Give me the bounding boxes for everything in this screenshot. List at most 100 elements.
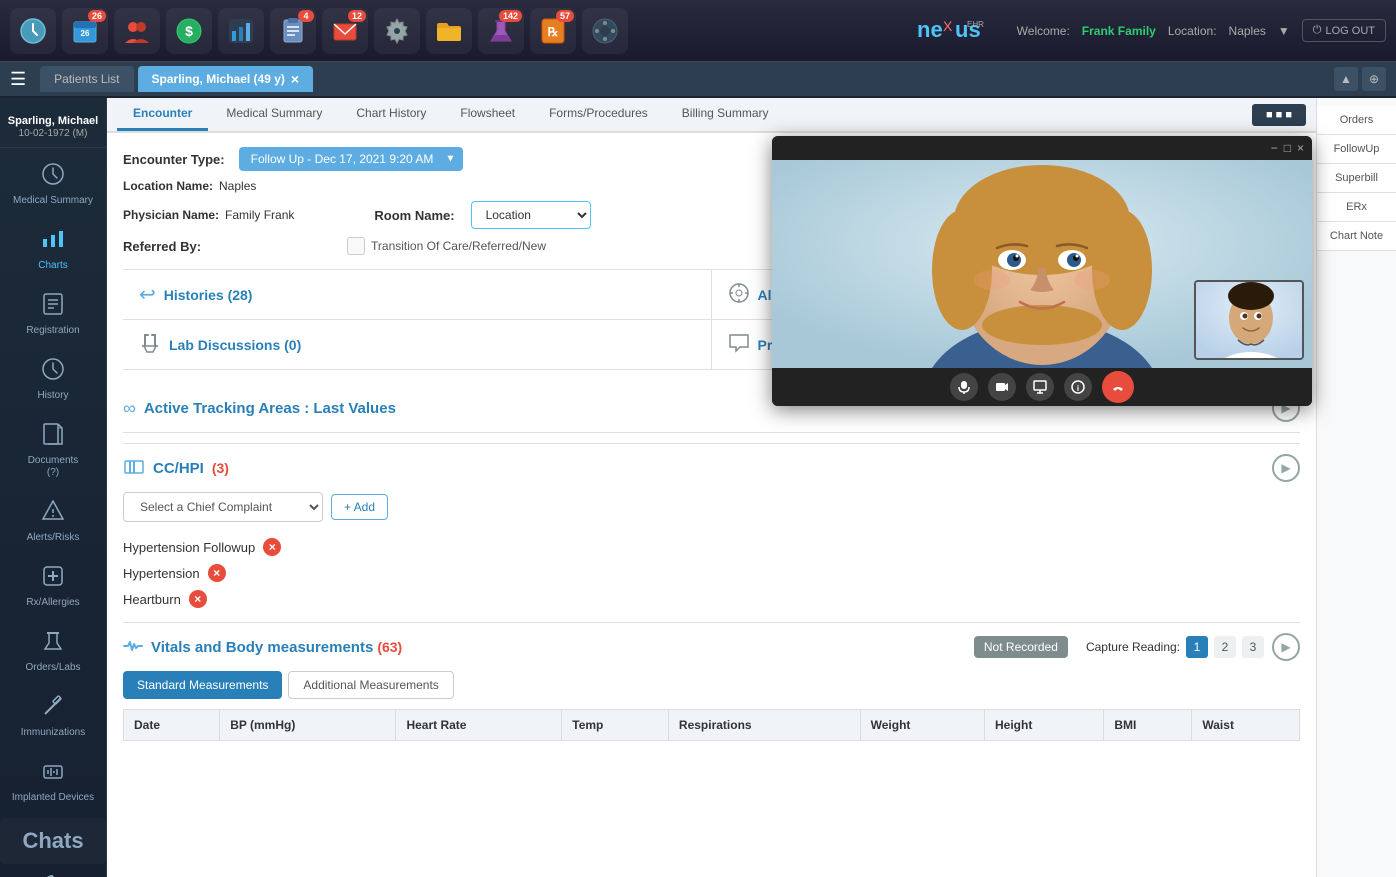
sidebar-item-immunizations[interactable]: Immunizations <box>0 684 106 749</box>
remove-complaint-1[interactable]: × <box>208 564 226 582</box>
vitals-table-header-row: Date BP (mmHg) Heart Rate Temp Respirati… <box>124 710 1300 741</box>
svg-text:i: i <box>1077 384 1079 393</box>
patient-tab-active[interactable]: Sparling, Michael (49 y) × <box>138 66 314 92</box>
tab-forms-procedures[interactable]: Forms/Procedures <box>533 98 664 131</box>
vitals-header: Vitals and Body measurements (63) Not Re… <box>123 633 1300 661</box>
chats-label-text: Chats <box>22 828 83 854</box>
additional-measurements-tab[interactable]: Additional Measurements <box>288 671 453 699</box>
allergies-icon <box>728 282 750 307</box>
vitals-section: Vitals and Body measurements (63) Not Re… <box>123 622 1300 751</box>
chart-note-button[interactable]: Chart Note <box>1317 222 1396 251</box>
tab-medical-summary[interactable]: Medical Summary <box>210 98 338 131</box>
video-minimize-btn[interactable]: − <box>1271 141 1278 155</box>
svg-text:X: X <box>943 18 953 34</box>
sidebar-item-registration[interactable]: Registration <box>0 282 106 347</box>
clipboard-nav-icon[interactable]: 4 <box>270 8 316 54</box>
lab-discussions-section[interactable]: Lab Discussions (0) <box>123 319 712 369</box>
flask-badge: 142 <box>499 10 522 22</box>
settings-nav-icon[interactable] <box>374 8 420 54</box>
sidebar-item-chats[interactable]: Chats <box>0 818 106 864</box>
erx-button[interactable]: ERx <box>1317 193 1396 222</box>
lab-discussions-icon <box>139 332 161 357</box>
vc-mic-btn[interactable] <box>950 373 978 401</box>
sub-tabs-bar: Encounter Medical Summary Chart History … <box>107 98 1316 133</box>
location-dropdown-icon[interactable]: ▼ <box>1278 24 1290 38</box>
vitals-play[interactable]: ▶ <box>1272 633 1300 661</box>
complaint-name-2: Heartburn <box>123 592 181 607</box>
rx-nav-icon[interactable]: ℞ 57 <box>530 8 576 54</box>
active-tracking-title: Active Tracking Areas : Last Values <box>144 400 396 417</box>
close-tab-button[interactable]: × <box>291 72 299 86</box>
clock-nav-icon[interactable] <box>10 8 56 54</box>
sidebar-item-alerts-risks[interactable]: Alerts/Risks <box>0 489 106 554</box>
superbill-button[interactable]: Superbill <box>1317 164 1396 193</box>
nav-icons-group: 26 26 $ <box>10 8 915 54</box>
video-close-btn[interactable]: × <box>1297 141 1304 155</box>
tab-scroll-up[interactable]: ▲ <box>1334 67 1358 91</box>
sidebar-item-documents[interactable]: Documents(?) <box>0 412 106 489</box>
right-sidebar: Orders FollowUp Superbill ERx Chart Note <box>1316 98 1396 877</box>
cc-hpi-section: CC/HPI (3) ▶ Select a Chief Complaint + … <box>123 443 1300 622</box>
encounter-type-value: Follow Up - Dec 17, 2021 9:20 AM <box>251 152 434 166</box>
tab-flowsheet[interactable]: Flowsheet <box>444 98 531 131</box>
orders-button[interactable]: Orders <box>1317 106 1396 135</box>
svg-text:℞: ℞ <box>548 25 559 39</box>
logout-button[interactable]: ⏻ LOG OUT <box>1302 19 1386 42</box>
end-tab-button[interactable]: ■ ■ ■ <box>1252 104 1306 126</box>
patient-info-block: Sparling, Michael 10-02-1972 (M) <box>0 106 106 148</box>
clipboard-badge: 4 <box>298 10 314 22</box>
chart-nav-icon[interactable] <box>218 8 264 54</box>
remove-complaint-2[interactable]: × <box>189 590 207 608</box>
vc-end-call-btn[interactable] <box>1102 371 1134 403</box>
sidebar-item-orders-labs[interactable]: Orders/Labs <box>0 619 106 684</box>
folder-nav-icon[interactable] <box>426 8 472 54</box>
page-num-2[interactable]: 2 <box>1214 636 1236 658</box>
page-num-3[interactable]: 3 <box>1242 636 1264 658</box>
histories-section[interactable]: ↩ Histories (28) <box>123 270 712 319</box>
capture-reading-label: Capture Reading: <box>1086 640 1180 654</box>
followup-button[interactable]: FollowUp <box>1317 135 1396 164</box>
mail-nav-icon[interactable]: 12 <box>322 8 368 54</box>
tab-encounter[interactable]: Encounter <box>117 98 208 131</box>
encounter-type-dropdown[interactable]: Follow Up - Dec 17, 2021 9:20 AM ▼ <box>239 147 464 171</box>
histories-link[interactable]: Histories (28) <box>164 287 253 303</box>
dollar-nav-icon[interactable]: $ <box>166 8 212 54</box>
vc-camera-btn[interactable] <box>988 373 1016 401</box>
vc-info-btn[interactable]: i <box>1064 373 1092 401</box>
hamburger-menu[interactable]: ☰ <box>10 69 26 90</box>
remove-complaint-0[interactable]: × <box>263 538 281 556</box>
cc-hpi-play[interactable]: ▶ <box>1272 454 1300 482</box>
gear2-nav-icon[interactable] <box>582 8 628 54</box>
vitals-controls: Not Recorded Capture Reading: 1 2 3 ▶ <box>974 633 1300 661</box>
video-call-overlay: − □ × <box>772 136 1312 406</box>
lab-discussions-link[interactable]: Lab Discussions (0) <box>169 337 301 353</box>
cc-hpi-count: (3) <box>212 460 229 476</box>
sidebar-item-history[interactable]: History <box>0 347 106 412</box>
tab-chart-history[interactable]: Chart History <box>340 98 442 131</box>
sidebar-item-charts[interactable]: Charts <box>0 217 106 282</box>
user-name: Frank Family <box>1082 24 1156 38</box>
standard-measurements-tab[interactable]: Standard Measurements <box>123 671 282 699</box>
room-dropdown[interactable]: Location <box>471 201 591 229</box>
sidebar-item-implanted-devices[interactable]: Implanted Devices <box>0 749 106 814</box>
rx-badge: 57 <box>556 10 574 22</box>
sidebar-item-medical-summary[interactable]: Medical Summary <box>0 152 106 217</box>
vc-screen-share-btn[interactable] <box>1026 373 1054 401</box>
chief-complaint-select[interactable]: Select a Chief Complaint <box>123 492 323 522</box>
cc-hpi-title: CC/HPI <box>153 460 204 477</box>
users-nav-icon[interactable] <box>114 8 160 54</box>
tab-billing-summary[interactable]: Billing Summary <box>666 98 785 131</box>
sidebar-label-rx: Rx/Allergies <box>26 597 79 609</box>
sidebar-item-rx-allergies[interactable]: Rx/Allergies <box>0 554 106 619</box>
vitals-table: Date BP (mmHg) Heart Rate Temp Respirati… <box>123 709 1300 741</box>
video-maximize-btn[interactable]: □ <box>1284 141 1291 155</box>
page-num-1[interactable]: 1 <box>1186 636 1208 658</box>
transition-checkbox[interactable] <box>347 237 365 255</box>
patients-list-tab[interactable]: Patients List <box>40 66 133 92</box>
flask-nav-icon[interactable]: 142 <box>478 8 524 54</box>
tab-action[interactable]: ⊕ <box>1362 67 1386 91</box>
sidebar-item-refresh[interactable] <box>0 864 106 877</box>
add-complaint-button[interactable]: + Add <box>331 494 388 520</box>
active-tab-label: Sparling, Michael (49 y) <box>152 72 285 86</box>
calendar-nav-icon[interactable]: 26 26 <box>62 8 108 54</box>
